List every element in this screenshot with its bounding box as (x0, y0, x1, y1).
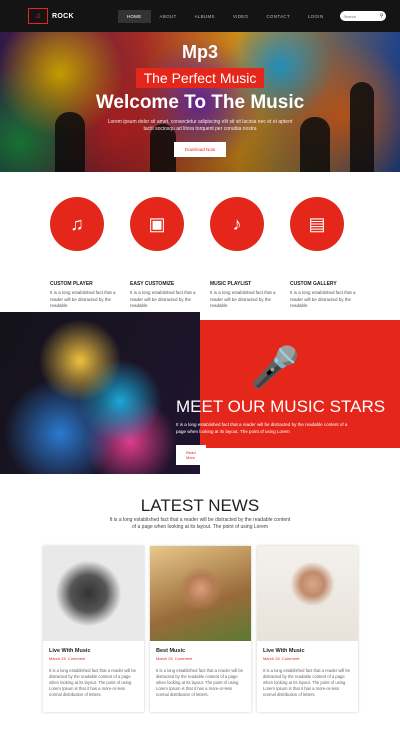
news-card-meta: March 25 Comment (156, 656, 251, 661)
news-card-description: It is a long established fact that a rea… (263, 668, 351, 697)
hero-content: Mp3 The Perfect Music Welcome To The Mus… (0, 32, 400, 157)
feature-title: CUSTOM PLAYER (50, 281, 93, 287)
feature-title: MUSIC PLAYLIST (210, 281, 252, 287)
news-card-image (43, 546, 144, 641)
latest-news-section: LATEST NEWS It is a long established fac… (0, 474, 400, 731)
read-more-button[interactable]: Read More (176, 445, 206, 465)
news-card-date: March 25 (49, 656, 66, 661)
music-stars-section: 🎤 MEET OUR MUSIC STARS It is a long esta… (0, 312, 400, 474)
menu-item-about[interactable]: ABOUT (151, 10, 186, 23)
latest-news-subtitle: It is a long established fact that a rea… (109, 517, 291, 530)
news-card-comment[interactable]: Comment (68, 656, 85, 661)
menu-item-albums[interactable]: ALBUMS (186, 10, 224, 23)
news-card-title[interactable]: Best Music (156, 648, 251, 654)
page: ♫ ROCK HOME ABOUT ALBUMS VIDEO CONTACT L… (0, 0, 400, 731)
hero-description: Lorem ipsum dolor sit amet, consectetur … (107, 119, 293, 132)
news-card-title[interactable]: Live With Music (49, 648, 144, 654)
news-card-description: It is a long established fact that a rea… (156, 668, 244, 697)
news-card[interactable]: Live With Music March 25 Comment It is a… (43, 546, 144, 712)
feature-description: It is a long established fact that a rea… (290, 290, 356, 308)
playlist-icon: ♪ (210, 197, 264, 251)
feature-music-playlist: ♪ MUSIC PLAYLIST It is a long establishe… (210, 197, 300, 310)
singer-image (0, 312, 200, 474)
menu-item-home[interactable]: HOME (117, 9, 151, 23)
news-card[interactable]: Live With Music March 25 Comment It is a… (257, 546, 358, 712)
hero-banner: Mp3 The Perfect Music Welcome To The Mus… (0, 32, 400, 172)
menu-item-login[interactable]: LOGIN (299, 10, 333, 23)
music-note-icon: ♫ (50, 197, 104, 251)
feature-custom-gallery: ▤ CUSTOM GALLERY It is a long establishe… (290, 197, 380, 310)
music-stars-title: MEET OUR MUSIC STARS (176, 397, 386, 416)
news-card-meta: March 25 Comment (263, 656, 358, 661)
menu-item-video[interactable]: VIDEO (224, 10, 258, 23)
top-nav: ♫ ROCK HOME ABOUT ALBUMS VIDEO CONTACT L… (0, 0, 400, 32)
news-card[interactable]: Best Music March 25 Comment It is a long… (150, 546, 251, 712)
music-stars-description: It is a long established fact that a rea… (176, 422, 348, 434)
feature-description: It is a long established fact that a rea… (130, 290, 196, 308)
news-card-date: March 25 (263, 656, 280, 661)
hero-kicker: Mp3 (182, 42, 218, 62)
feature-custom-player: ♫ CUSTOM PLAYER It is a long established… (50, 197, 140, 310)
hero-tagline: The Perfect Music (135, 68, 265, 88)
search-box: ⚲ (340, 11, 387, 21)
logo-text: ROCK (52, 12, 74, 20)
logo[interactable]: ♫ ROCK (28, 8, 74, 24)
wallet-icon: ▣ (130, 197, 184, 251)
news-card-image (257, 546, 358, 641)
news-card-description: It is a long established fact that a rea… (49, 668, 137, 697)
news-card-comment[interactable]: Comment (282, 656, 299, 661)
hero-title: Welcome To The Music (95, 92, 305, 113)
features-section: ♫ CUSTOM PLAYER It is a long established… (0, 172, 400, 312)
news-card-title[interactable]: Live With Music (263, 648, 358, 654)
feature-easy-customize: ▣ EASY CUSTOMIZE It is a long establishe… (130, 197, 220, 310)
logo-icon: ♫ (28, 8, 48, 24)
news-card-meta: March 25 Comment (49, 656, 144, 661)
feature-description: It is a long established fact that a rea… (210, 290, 276, 308)
feature-description: It is a long established fact that a rea… (50, 290, 116, 308)
news-card-comment[interactable]: Comment (175, 656, 192, 661)
main-menu: HOME ABOUT ALBUMS VIDEO CONTACT LOGIN (117, 9, 333, 23)
microphone-icon: 🎤 (250, 346, 300, 390)
download-now-button[interactable]: Download Now (173, 142, 227, 157)
gallery-icon: ▤ (290, 197, 344, 251)
news-card-image (150, 546, 251, 641)
news-card-date: March 25 (156, 656, 173, 661)
feature-title: CUSTOM GALLERY (290, 281, 337, 287)
feature-title: EASY CUSTOMIZE (130, 281, 175, 287)
search-input[interactable] (343, 13, 374, 19)
menu-item-contact[interactable]: CONTACT (257, 10, 299, 23)
latest-news-title: LATEST NEWS (140, 496, 260, 515)
search-icon[interactable]: ⚲ (380, 13, 384, 19)
